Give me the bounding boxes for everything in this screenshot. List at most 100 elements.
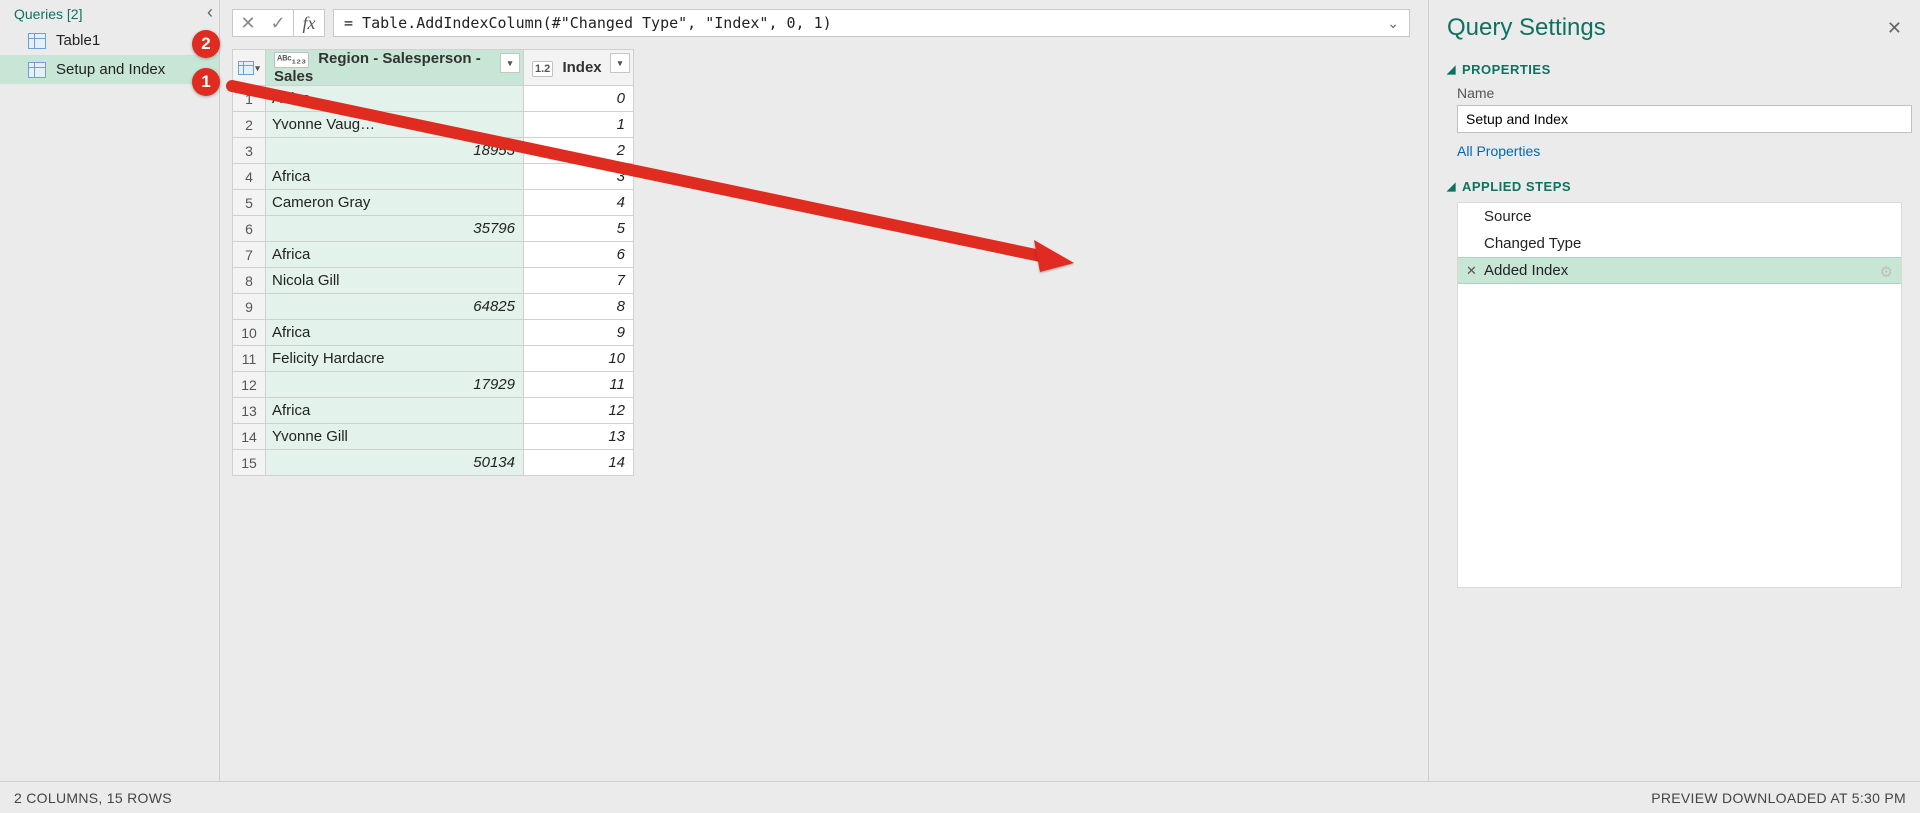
applied-step[interactable]: Changed Type [1458,230,1901,257]
index-cell[interactable]: 7 [524,268,634,294]
step-label: Added Index [1484,262,1568,279]
region-cell[interactable]: Africa [266,242,524,268]
queries-panel: Queries [2] ‹ Table1Setup and Index [0,0,220,782]
type-badge-decimal: 1.2 [532,61,553,77]
index-cell[interactable]: 0 [524,86,634,112]
status-bar: 2 COLUMNS, 15 ROWS PREVIEW DOWNLOADED AT… [0,781,1920,813]
query-settings-panel: Query Settings ✕ ◢ PROPERTIES Name All P… [1429,0,1920,782]
index-cell[interactable]: 14 [524,450,634,476]
table-row[interactable]: 121792911 [233,372,634,398]
region-cell[interactable]: Africa [266,164,524,190]
row-number: 11 [233,346,266,372]
table-row[interactable]: 1Africa0 [233,86,634,112]
index-cell[interactable]: 11 [524,372,634,398]
row-number: 14 [233,424,266,450]
close-settings-button[interactable]: ✕ [1887,18,1902,39]
data-table: ▾ ᴬᴮᶜ₁₂₃ Region - Salesperson - Sales ▾ … [232,49,634,476]
region-cell[interactable]: 50134 [266,450,524,476]
column-header-index-label: Index [562,59,601,76]
table-row[interactable]: 4Africa3 [233,164,634,190]
formula-cancel-button[interactable]: ✕ [232,9,263,37]
column-header-region[interactable]: ᴬᴮᶜ₁₂₃ Region - Salesperson - Sales ▾ [266,50,524,86]
table-row[interactable]: 2Yvonne Vaug…1 [233,112,634,138]
region-cell[interactable]: Cameron Gray [266,190,524,216]
table-row[interactable]: 7Africa6 [233,242,634,268]
table-row[interactable]: 11Felicity Hardacre10 [233,346,634,372]
region-cell[interactable]: 18953 [266,138,524,164]
row-number: 6 [233,216,266,242]
applied-steps-section-header[interactable]: ◢ APPLIED STEPS [1447,179,1902,194]
table-row[interactable]: 9648258 [233,294,634,320]
formula-input[interactable]: = Table.AddIndexColumn(#"Changed Type", … [333,9,1410,37]
table-corner-menu[interactable]: ▾ [233,50,266,86]
annotation-badge-2: 2 [192,30,220,58]
query-name-input[interactable] [1457,105,1912,133]
formula-commit-button[interactable]: ✓ [263,9,294,37]
index-cell[interactable]: 12 [524,398,634,424]
region-cell[interactable]: Africa [266,398,524,424]
row-number: 9 [233,294,266,320]
annotation-badge-1: 1 [192,68,220,96]
table-row[interactable]: 6357965 [233,216,634,242]
filter-button-index[interactable]: ▾ [610,53,630,73]
index-cell[interactable]: 13 [524,424,634,450]
name-label: Name [1457,85,1902,101]
table-row[interactable]: 14Yvonne Gill13 [233,424,634,450]
column-header-index[interactable]: 1.2 Index ▾ [524,50,634,86]
table-icon [238,61,254,75]
table-row[interactable]: 5Cameron Gray4 [233,190,634,216]
region-cell[interactable]: Nicola Gill [266,268,524,294]
center-area: ✕ ✓ fx = Table.AddIndexColumn(#"Changed … [220,0,1429,782]
applied-step[interactable]: ✕ Added Index ⚙ [1458,257,1901,284]
region-cell[interactable]: Felicity Hardacre [266,346,524,372]
fx-button[interactable]: fx [294,9,325,37]
filter-button-region[interactable]: ▾ [500,53,520,73]
index-cell[interactable]: 8 [524,294,634,320]
region-cell[interactable]: Africa [266,320,524,346]
index-cell[interactable]: 4 [524,190,634,216]
index-cell[interactable]: 5 [524,216,634,242]
formula-text: = Table.AddIndexColumn(#"Changed Type", … [344,14,832,32]
index-cell[interactable]: 1 [524,112,634,138]
delete-step-icon[interactable]: ✕ [1466,263,1477,279]
region-cell[interactable]: Yvonne Vaug… [266,112,524,138]
table-row[interactable]: 10Africa9 [233,320,634,346]
table-wrap: ▾ ᴬᴮᶜ₁₂₃ Region - Salesperson - Sales ▾ … [220,43,1428,476]
region-cell[interactable]: 35796 [266,216,524,242]
region-cell[interactable]: Yvonne Gill [266,424,524,450]
region-cell[interactable]: 64825 [266,294,524,320]
applied-steps-list: Source Changed Type ✕ Added Index ⚙ [1457,202,1902,588]
fx-icon: fx [303,13,316,34]
status-right: PREVIEW DOWNLOADED AT 5:30 PM [1651,790,1906,806]
table-row[interactable]: 155013414 [233,450,634,476]
applied-step[interactable]: Source [1458,203,1901,230]
index-cell[interactable]: 6 [524,242,634,268]
check-icon: ✓ [270,13,285,34]
collapse-queries-chevron-icon[interactable]: ‹ [207,2,213,23]
index-cell[interactable]: 3 [524,164,634,190]
row-number: 8 [233,268,266,294]
table-row[interactable]: 3189532 [233,138,634,164]
query-item-label: Setup and Index [56,61,165,78]
index-cell[interactable]: 2 [524,138,634,164]
formula-expand-icon[interactable]: ⌄ [1387,15,1399,32]
row-number: 4 [233,164,266,190]
index-cell[interactable]: 10 [524,346,634,372]
row-number: 10 [233,320,266,346]
step-label: Changed Type [1484,235,1581,252]
query-item[interactable]: Setup and Index [0,55,219,84]
query-item[interactable]: Table1 [0,26,219,55]
index-cell[interactable]: 9 [524,320,634,346]
row-number: 2 [233,112,266,138]
table-row[interactable]: 13Africa12 [233,398,634,424]
table-row[interactable]: 8Nicola Gill7 [233,268,634,294]
row-number: 13 [233,398,266,424]
row-number: 1 [233,86,266,112]
region-cell[interactable]: 17929 [266,372,524,398]
query-settings-title: Query Settings [1447,14,1606,42]
all-properties-link[interactable]: All Properties [1457,143,1540,159]
region-cell[interactable]: Africa [266,86,524,112]
properties-section-header[interactable]: ◢ PROPERTIES [1447,62,1902,77]
gear-icon[interactable]: ⚙ [1880,263,1893,281]
type-badge-abc123: ᴬᴮᶜ₁₂₃ [274,52,309,68]
